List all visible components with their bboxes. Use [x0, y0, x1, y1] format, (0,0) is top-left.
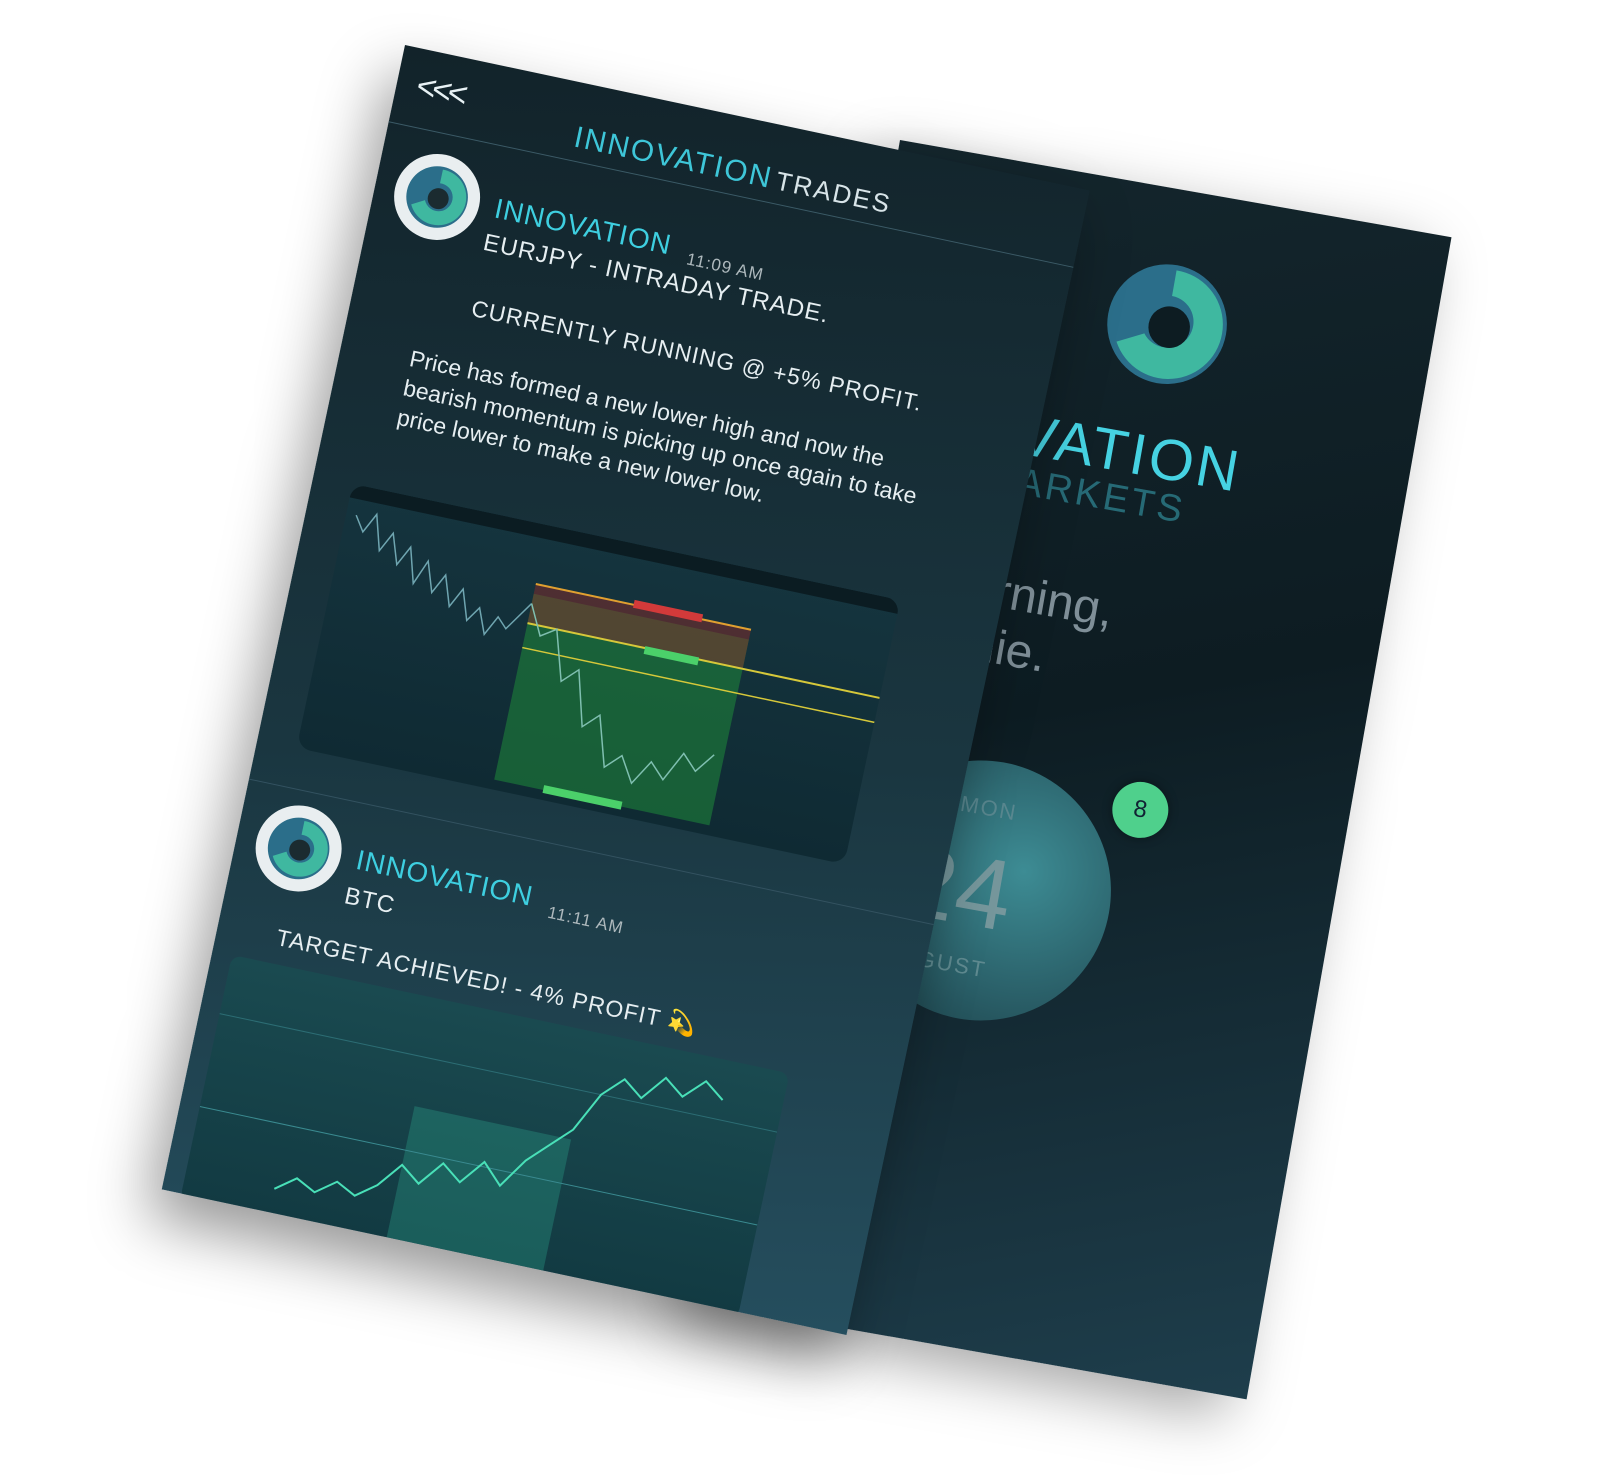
- page-title-rest: TRADES: [773, 165, 895, 220]
- post-symbol: BTC: [342, 882, 398, 920]
- brand-logo-icon: [1107, 264, 1227, 384]
- dizzy-star-icon: 💫: [664, 1007, 700, 1039]
- avatar[interactable]: [247, 797, 350, 900]
- date-day: MON: [958, 790, 1020, 826]
- avatar[interactable]: [386, 145, 489, 248]
- post-time: 11:11 AM: [545, 902, 626, 938]
- notification-badge[interactable]: 8: [1107, 777, 1173, 843]
- chart-screenshot[interactable]: [180, 954, 790, 1318]
- trade-post: INNOVATION 11:09 AM EURJPY - INTRADAY TR…: [252, 138, 1070, 910]
- brand-logo-icon: [267, 817, 330, 880]
- back-button[interactable]: <<<: [413, 67, 467, 115]
- brand-logo-icon: [406, 166, 468, 228]
- mockup-stage: OVATION ARKETS Morning, ernie. MON 24 UG…: [0, 0, 1604, 1483]
- chart-image: [199, 1013, 778, 1277]
